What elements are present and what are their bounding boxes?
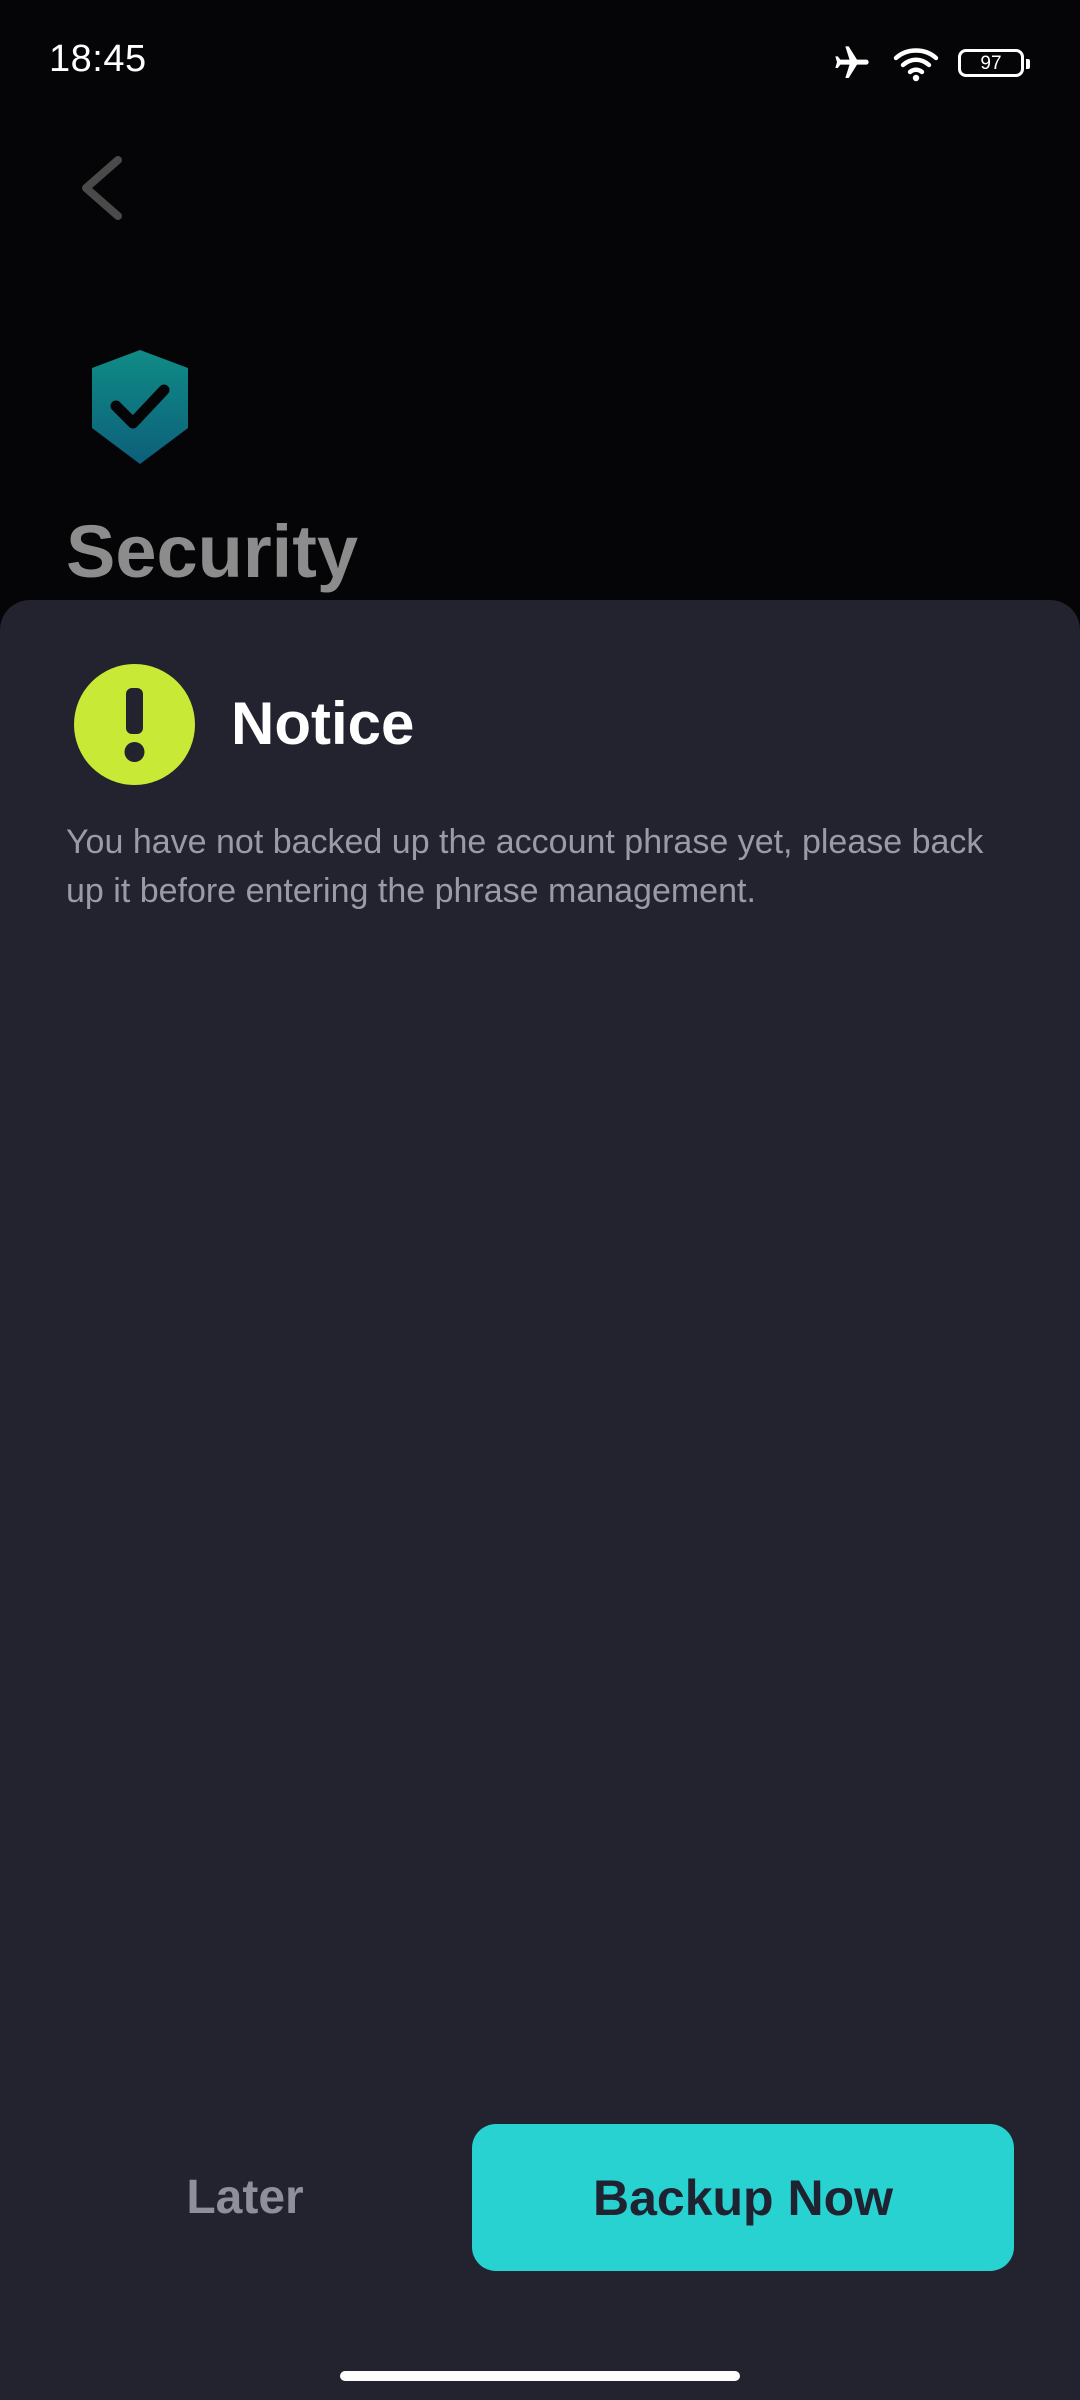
dialog-message: You have not backed up the account phras… [66,823,984,910]
dialog-title: Notice [231,690,415,757]
exclamation-icon [74,664,195,785]
home-indicator[interactable] [340,2371,740,2381]
backup-now-button[interactable]: Backup Now [472,2124,1014,2271]
shield-check-icon [86,348,194,466]
wifi-icon [893,48,939,82]
page-title: Security [66,510,359,593]
notice-bottom-sheet: Notice You have not backed up the accoun… [0,600,1080,2400]
chevron-left-icon [82,156,122,220]
later-button[interactable]: Later [88,2124,402,2271]
battery-icon: 97 [958,49,1030,77]
status-icons: 97 [830,40,1030,86]
status-time: 18:45 [49,38,147,80]
back-button[interactable] [70,148,140,228]
screen: 18:45 97 Security Notice You have not ba… [0,0,1080,2400]
airplane-mode-icon [835,46,869,78]
status-bar: 18:45 97 [0,0,1080,126]
battery-level: 97 [980,52,1002,74]
